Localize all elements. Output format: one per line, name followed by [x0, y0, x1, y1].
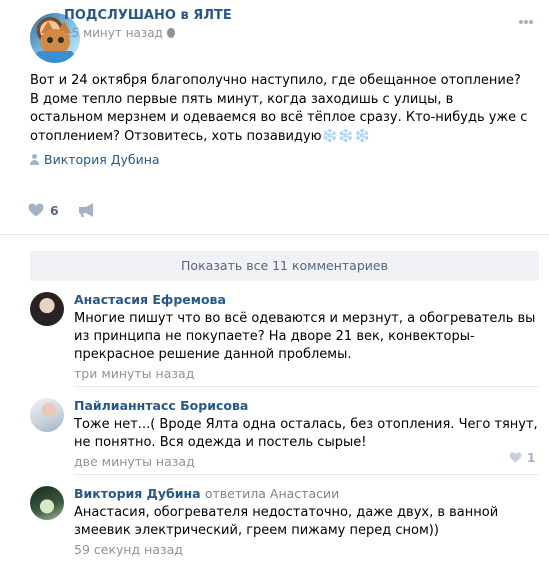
comment-item: Анастасия Ефремова Многие пишут что во в… — [30, 292, 539, 382]
post-author-name[interactable]: Виктория Дубина — [44, 152, 160, 167]
post-time-label[interactable]: 15 минут назад — [64, 26, 163, 40]
show-all-comments-button[interactable]: Показать все 11 комментариев — [30, 251, 539, 281]
share-icon[interactable] — [78, 202, 96, 218]
comment-author[interactable]: Пайлианнтасс Борисова — [74, 398, 539, 414]
heart-icon[interactable] — [28, 203, 44, 217]
avatar[interactable] — [30, 398, 64, 432]
post-author-signature[interactable]: Виктория Дубина — [30, 152, 160, 167]
likes-count[interactable]: 6 — [50, 203, 59, 218]
post-text: Вот и 24 октября благополучно наступило,… — [30, 72, 530, 146]
comment-author-name[interactable]: Виктория Дубина — [74, 486, 201, 501]
avatar[interactable] — [30, 292, 64, 326]
comment-author[interactable]: Анастасия Ефремова — [74, 292, 539, 308]
comment-reply-to[interactable]: ответила Анастасии — [205, 486, 339, 501]
comment-like-count[interactable]: 1 — [527, 451, 535, 465]
snowflake-emoji: ❄️❄️❄️ — [321, 128, 371, 144]
comment-divider — [74, 474, 539, 475]
comment-item: Пайлианнтасс Борисова Тоже нет...( Вроде… — [30, 398, 539, 470]
apple-icon — [166, 28, 175, 38]
comment-text: Тоже нет...( Вроде Ялта одна осталась, б… — [74, 417, 538, 450]
post-divider — [0, 234, 549, 235]
comment-text: Анастасия, обогревателя недостаточно, да… — [74, 505, 499, 538]
comment-divider — [74, 386, 539, 387]
heart-icon[interactable] — [509, 452, 522, 463]
comment-item: Виктория Дубина ответила Анастасии Анаст… — [30, 486, 539, 558]
comment-text: Многие пишут что во всё одеваются и мерз… — [74, 311, 536, 362]
post-time[interactable]: 15 минут назад — [64, 26, 175, 40]
comment-body: Пайлианнтасс Борисова Тоже нет...( Вроде… — [74, 398, 539, 470]
comment-time[interactable]: 59 секунд назад — [74, 542, 539, 558]
post-text-body: Вот и 24 октября благополучно наступило,… — [30, 73, 528, 144]
more-options-icon[interactable] — [519, 20, 533, 24]
avatar[interactable] — [30, 486, 64, 520]
user-icon — [30, 154, 39, 165]
comment-like[interactable]: 1 — [509, 451, 539, 465]
group-name-link[interactable]: ПОДСЛУШАНО в ЯЛТЕ — [64, 8, 232, 23]
comment-time[interactable]: две минуты назад — [74, 454, 539, 470]
comment-body: Виктория Дубина ответила Анастасии Анаст… — [74, 486, 539, 558]
comment-body: Анастасия Ефремова Многие пишут что во в… — [74, 292, 539, 382]
comment-author: Виктория Дубина ответила Анастасии — [74, 486, 539, 502]
comment-time[interactable]: три минуты назад — [74, 366, 539, 382]
